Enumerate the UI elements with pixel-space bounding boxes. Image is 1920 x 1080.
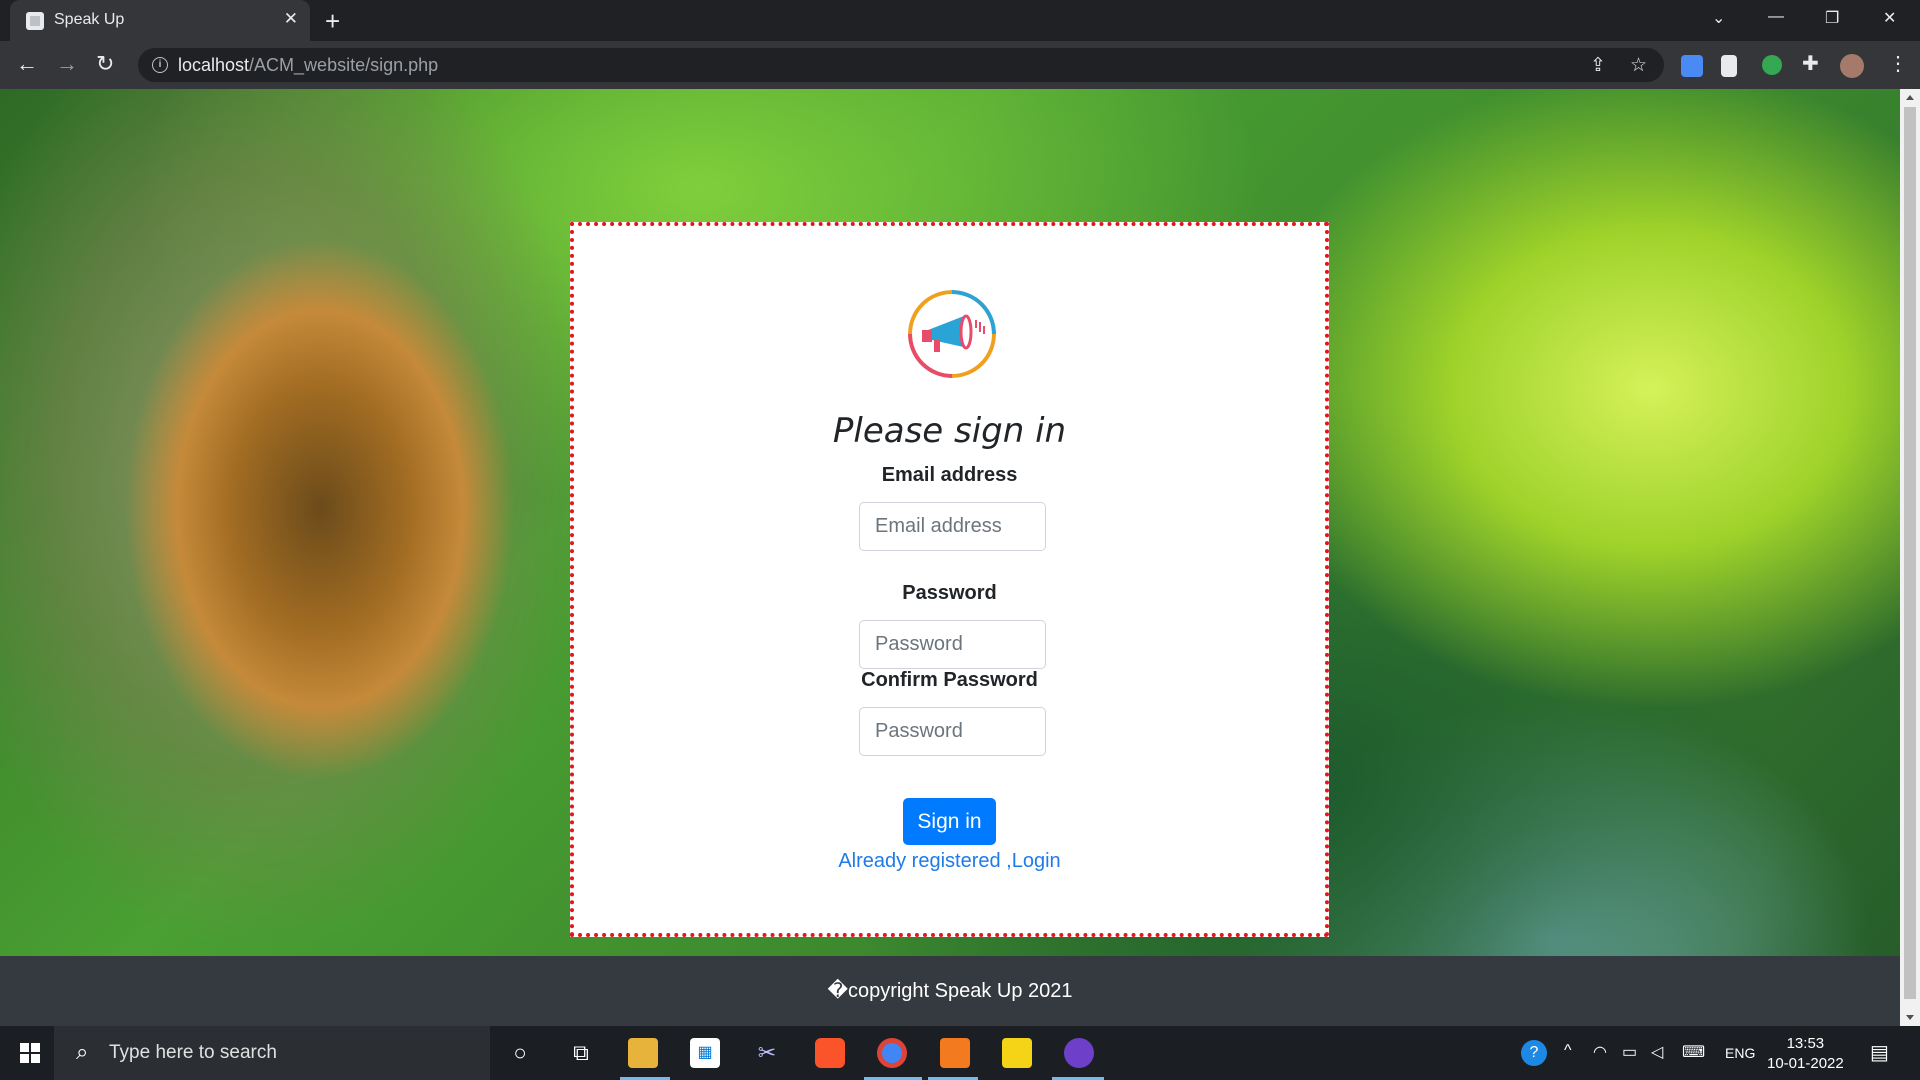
browser-tabstrip: Speak Up ✕ + ⌄ — ❐ ✕	[0, 0, 1920, 41]
restore-window-icon[interactable]: ❐	[1825, 8, 1839, 28]
back-arrow-icon[interactable]: ←	[16, 52, 38, 76]
bookmark-star-icon[interactable]: ☆	[1630, 54, 1647, 77]
vertical-scrollbar[interactable]	[1900, 89, 1920, 1026]
scrollbar-thumb[interactable]	[1904, 107, 1916, 999]
scroll-down-arrow-icon[interactable]	[1906, 1015, 1914, 1020]
signin-card: Please sign in Email address Password Co…	[570, 222, 1329, 937]
translate-extension-icon[interactable]	[1681, 55, 1703, 77]
email-label: Email address	[881, 464, 1018, 486]
volume-icon[interactable]: ◁	[1651, 1042, 1663, 1062]
reload-icon[interactable]: ↻	[96, 52, 114, 76]
page-favicon-icon	[26, 12, 44, 30]
megaphone-logo-icon	[908, 290, 996, 378]
green-extension-icon[interactable]	[1762, 55, 1782, 75]
browser-toolbar: ← → ↻ i localhost/ACM_website/sign.php ⇪…	[0, 41, 1920, 89]
clock-time: 13:53	[1786, 1035, 1825, 1052]
sign-in-button[interactable]: Sign in	[903, 798, 996, 845]
tab-close-icon[interactable]: ✕	[284, 10, 298, 28]
confirm-password-field[interactable]	[859, 707, 1046, 756]
snipping-tool-icon[interactable]: ✂	[752, 1038, 782, 1068]
notifications-icon[interactable]: ▤	[1870, 1040, 1889, 1065]
cortana-icon[interactable]: ○	[505, 1038, 535, 1068]
microsoft-store-icon[interactable]: ▦	[690, 1038, 720, 1068]
windows-start-icon[interactable]	[20, 1043, 40, 1063]
browser-menu-icon[interactable]: ⋮	[1888, 52, 1908, 76]
password-field[interactable]	[859, 620, 1046, 669]
scroll-up-arrow-icon[interactable]	[1906, 95, 1914, 100]
minimize-window-icon[interactable]: —	[1768, 8, 1784, 26]
address-bar[interactable]: i localhost/ACM_website/sign.php ⇪ ☆	[138, 48, 1664, 82]
email-field[interactable]	[859, 502, 1046, 551]
file-explorer-icon[interactable]	[628, 1038, 658, 1068]
site-info-icon[interactable]: i	[152, 57, 168, 73]
brave-browser-icon[interactable]	[815, 1038, 845, 1068]
taskbar-search-placeholder: Type here to search	[109, 1042, 277, 1063]
search-icon: ⌕	[76, 1039, 89, 1064]
new-tab-button[interactable]: +	[325, 6, 340, 36]
tab-search-chevron-icon[interactable]: ⌄	[1712, 8, 1725, 28]
keyboard-icon[interactable]: ⌨	[1682, 1042, 1705, 1062]
taskbar-clock[interactable]: 13:53 10-01-2022	[1767, 1034, 1844, 1074]
help-icon[interactable]: ?	[1521, 1040, 1547, 1066]
forward-arrow-icon[interactable]: →	[56, 52, 78, 76]
page-footer: �copyright Speak Up 2021	[0, 956, 1900, 1026]
taskbar-search-box[interactable]: ⌕ Type here to search	[54, 1026, 490, 1080]
chrome-browser-icon[interactable]	[877, 1038, 907, 1068]
windows-taskbar: ⌕ Type here to search ○ ⧉ ▦ ✂ ? ^ ◠ ▭ ◁ …	[0, 1026, 1920, 1080]
close-window-icon[interactable]: ✕	[1883, 8, 1896, 28]
browser-tab[interactable]: Speak Up ✕	[10, 0, 310, 41]
task-view-icon[interactable]: ⧉	[566, 1038, 596, 1068]
profile-avatar[interactable]	[1840, 54, 1864, 78]
url-host: localhost	[178, 55, 250, 75]
extensions-puzzle-icon[interactable]: ✚	[1802, 52, 1819, 76]
battery-icon[interactable]: ▭	[1622, 1042, 1637, 1062]
tab-title: Speak Up	[54, 11, 125, 28]
url-path: /ACM_website/sign.php	[249, 55, 439, 75]
clock-date: 10-01-2022	[1767, 1055, 1844, 1072]
page-background: Please sign in Email address Password Co…	[0, 89, 1900, 1026]
document-extension-icon[interactable]	[1721, 55, 1737, 77]
sticky-notes-icon[interactable]	[1002, 1038, 1032, 1068]
show-hidden-icons-chevron-icon[interactable]: ^	[1564, 1042, 1572, 1060]
share-icon[interactable]: ⇪	[1590, 54, 1606, 77]
xampp-icon[interactable]	[940, 1038, 970, 1068]
login-link[interactable]: Already registered ,Login	[574, 850, 1325, 873]
password-label: Password	[902, 582, 997, 604]
confirm-password-label: Confirm Password	[861, 669, 1038, 691]
input-language-indicator[interactable]: ENG	[1725, 1045, 1755, 1061]
page-title: Please sign in	[832, 411, 1067, 451]
url-text[interactable]: localhost/ACM_website/sign.php	[178, 55, 438, 76]
wifi-icon[interactable]: ◠	[1593, 1042, 1607, 1062]
github-desktop-icon[interactable]	[1064, 1038, 1094, 1068]
